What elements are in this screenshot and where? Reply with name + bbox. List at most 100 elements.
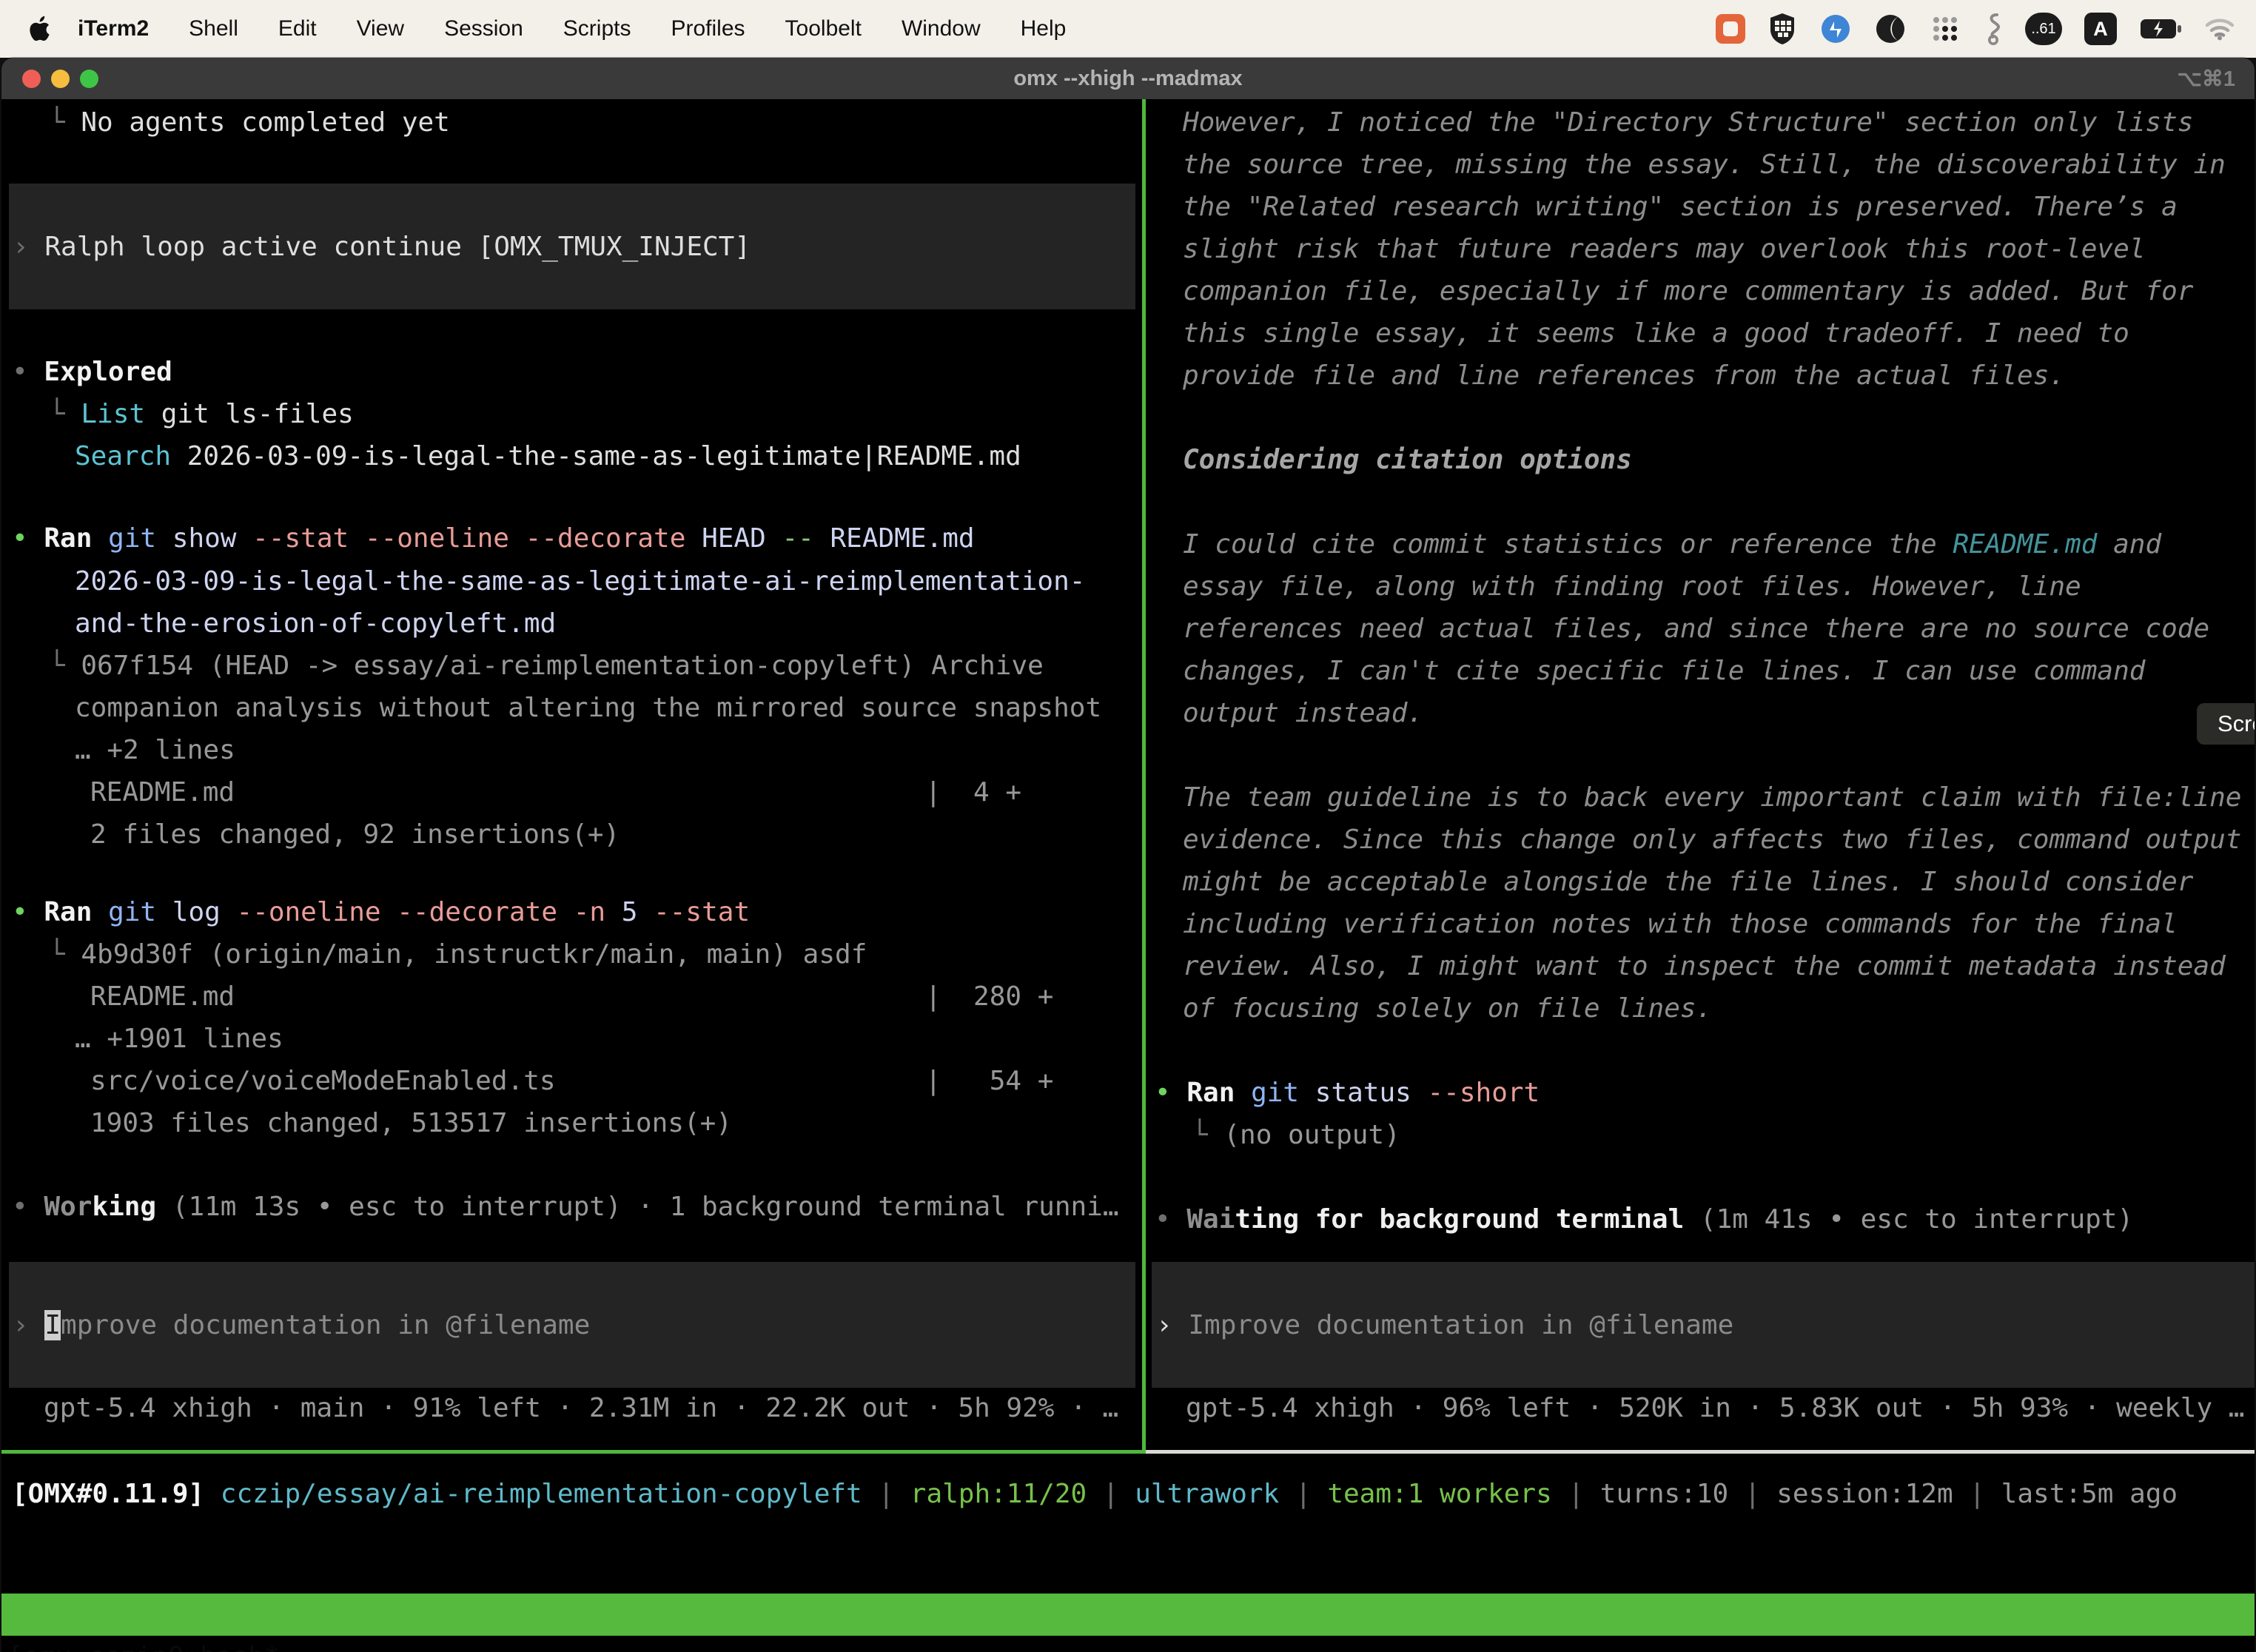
menu-item-edit[interactable]: Edit xyxy=(258,16,337,41)
menu-item-shell[interactable]: Shell xyxy=(169,16,258,41)
text-segment: team:1 workers xyxy=(1327,1479,1551,1509)
text-segment: 2 files changed, 92 insertions(+) xyxy=(90,819,620,850)
text-segment: └ xyxy=(49,107,81,138)
text-segment: › xyxy=(13,232,44,262)
text-segment: session:12m xyxy=(1776,1479,1953,1509)
menu-item-profiles[interactable]: Profiles xyxy=(651,16,765,41)
blue-badge-icon[interactable] xyxy=(1819,13,1852,45)
reasoning-paragraph: essay file, along with finding root file… xyxy=(1183,565,2081,608)
left-session-stats: gpt-5.4 xhigh · main · 91% left · 2.31M … xyxy=(44,1387,1118,1429)
text-segment: git xyxy=(1251,1078,1299,1108)
shield-grid-icon[interactable] xyxy=(1767,12,1797,46)
menu-item-session[interactable]: Session xyxy=(424,16,543,41)
text-segment: log xyxy=(156,897,236,927)
text-segment: • xyxy=(12,357,44,387)
git-stat-file: README.md xyxy=(90,976,235,1018)
text-segment: I xyxy=(44,1310,61,1340)
text-segment: Wor xyxy=(44,1192,92,1222)
text-segment: README.md xyxy=(1953,529,2097,560)
close-button[interactable] xyxy=(22,70,41,88)
zoom-button[interactable] xyxy=(80,70,98,88)
reasoning-paragraph: provide file and line references from th… xyxy=(1183,355,2065,397)
right-input-bottom-text: › Improve documentation in @filename xyxy=(1156,1304,1733,1346)
text-segment: --decorate xyxy=(526,523,686,554)
text-segment xyxy=(349,523,365,554)
text-segment: README.md xyxy=(90,981,235,1012)
screen-share-overlay[interactable]: Scre xyxy=(2197,703,2255,745)
reasoning-paragraph: review. Also, I might want to inspect th… xyxy=(1183,945,2226,987)
text-segment: [OMX#0.11.9] xyxy=(12,1479,204,1509)
reasoning-paragraph: slight risk that future readers may over… xyxy=(1183,228,2145,270)
screen-recording-indicator-icon[interactable] xyxy=(1716,14,1745,44)
pane-border-bottom-right[interactable] xyxy=(1146,1450,2255,1454)
battery-percent-badge[interactable]: ..61 xyxy=(2025,13,2062,45)
text-segment: | 4 + xyxy=(925,777,1021,807)
text-segment: 1903 files changed, 513517 insertions(+) xyxy=(90,1108,732,1138)
battery-icon[interactable] xyxy=(2139,18,2182,40)
apple-logo-icon[interactable] xyxy=(28,16,50,42)
wifi-icon[interactable] xyxy=(2204,17,2235,41)
squiggle-icon[interactable] xyxy=(1984,12,2003,46)
text-segment: Ralph loop active continue [OMX_TMUX_INJ… xyxy=(44,232,751,262)
working-status-line: • Working (11m 13s • esc to interrupt) ·… xyxy=(12,1186,1119,1228)
tmux-session-window: [omx-cczip0:bash* xyxy=(7,1636,280,1652)
text-segment: ralph:11/20 xyxy=(910,1479,1087,1509)
text-segment: … +1901 lines xyxy=(75,1024,283,1054)
pane-divider-vertical[interactable] xyxy=(1142,99,1146,1450)
text-segment: (no output) xyxy=(1223,1120,1400,1150)
text-segment: • xyxy=(12,523,44,554)
text-segment: changes, I can't cite specific file line… xyxy=(1183,656,2145,686)
dark-circle-icon[interactable] xyxy=(1874,13,1907,45)
text-segment: README.md xyxy=(814,523,975,554)
text-segment: Ran xyxy=(1186,1078,1235,1108)
text-segment xyxy=(557,897,574,927)
git-show-output: companion analysis without altering the … xyxy=(75,687,1101,729)
text-segment: the "Related research writing" section i… xyxy=(1183,192,2178,222)
reasoning-paragraph: changes, I can't cite specific file line… xyxy=(1183,650,2145,692)
pane-border-bottom-left[interactable] xyxy=(1,1450,1146,1454)
text-segment xyxy=(92,523,108,554)
reasoning-paragraph: output instead. xyxy=(1183,692,1423,734)
git-stat-count: | 54 + xyxy=(925,1060,1053,1102)
omx-status-line: [OMX#0.11.9] cczip/essay/ai-reimplementa… xyxy=(12,1473,2178,1515)
title-bar[interactable]: omx --xhigh --madmax ⌥⌘1 xyxy=(1,58,2255,99)
text-segment: └ xyxy=(1192,1120,1223,1150)
window-title: omx --xhigh --madmax xyxy=(1,67,2255,91)
minimize-button[interactable] xyxy=(51,70,70,88)
menu-item-toolbelt[interactable]: Toolbelt xyxy=(765,16,882,41)
terminal-content[interactable]: └ No agents completed yet› Ralph loop ac… xyxy=(1,99,2255,1652)
text-segment: (1m 41s • esc to interrupt) xyxy=(1684,1204,2133,1235)
menu-item-window[interactable]: Window xyxy=(882,16,1001,41)
menu-item-iterm2[interactable]: iTerm2 xyxy=(58,16,169,41)
reasoning-heading: Considering citation options xyxy=(1183,439,1632,481)
menu-item-view[interactable]: View xyxy=(337,16,424,41)
reasoning-paragraph: the "Related research writing" section i… xyxy=(1183,186,2178,228)
menu-item-help[interactable]: Help xyxy=(1001,16,1087,41)
input-source-badge[interactable]: A xyxy=(2084,13,2117,45)
text-segment: git xyxy=(108,897,156,927)
text-segment: turns:10 xyxy=(1600,1479,1728,1509)
screen-share-overlay-label: Scre xyxy=(2218,711,2255,737)
text-segment: gpt-5.4 xhigh · main · 91% left · 2.31M … xyxy=(44,1393,1118,1423)
menu-item-scripts[interactable]: Scripts xyxy=(543,16,651,41)
text-segment: gpt-5.4 xhigh · 96% left · 520K in · 5.8… xyxy=(1186,1393,2244,1423)
left-input-top-text: › Ralph loop active continue [OMX_TMUX_I… xyxy=(13,226,751,268)
text-segment: I could cite commit statistics or refere… xyxy=(1183,529,1953,560)
text-segment: • xyxy=(1155,1078,1186,1108)
git-stat-summary: 1903 files changed, 513517 insertions(+) xyxy=(90,1102,732,1144)
text-segment: --oneline xyxy=(365,523,509,554)
text-segment: 5 xyxy=(605,897,654,927)
dots-grid-icon[interactable] xyxy=(1929,13,1961,45)
text-segment: › xyxy=(13,1310,44,1340)
text-segment: output instead. xyxy=(1183,698,1423,728)
text-segment: the source tree, missing the essay. Stil… xyxy=(1183,150,2226,180)
text-segment: | xyxy=(1953,1479,2001,1509)
menu-status-icons: ..61 A xyxy=(1716,12,2256,46)
text-segment: • xyxy=(12,897,44,927)
text-segment: Considering citation options xyxy=(1183,445,1632,475)
text-segment: • xyxy=(1155,1204,1186,1235)
tmux-status-bar: [omx-cczip0:bash* "MacBook-Pro-44.local"… xyxy=(1,1594,2255,1636)
text-segment: HEAD xyxy=(685,523,782,554)
git-log-output: … +1901 lines xyxy=(75,1018,283,1060)
text-segment: -- xyxy=(782,523,813,554)
